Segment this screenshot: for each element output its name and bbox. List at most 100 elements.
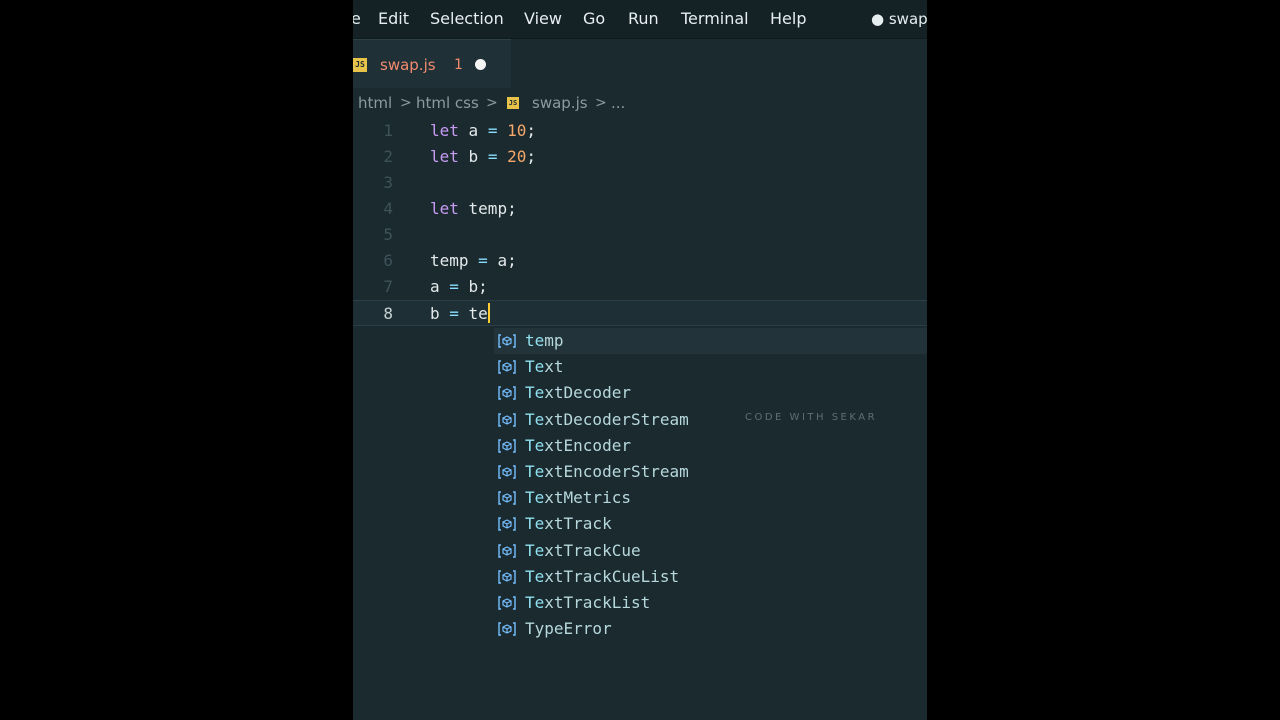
suggestion-item[interactable]: TextDecoder <box>494 380 927 406</box>
suggestion-match: Te <box>525 593 545 612</box>
variable-icon <box>498 596 516 610</box>
suggestion-label: TextTrackCueList <box>525 566 680 586</box>
menu-run[interactable]: Run <box>628 9 659 29</box>
code-token: let <box>430 199 459 218</box>
code-token: b <box>430 304 450 323</box>
modified-dot-icon[interactable] <box>475 59 486 70</box>
suggestion-item[interactable]: TypeError <box>494 616 927 642</box>
code-token: temp; <box>458 199 517 218</box>
chevron-right-icon: > <box>595 95 607 111</box>
suggestion-label: TextDecoderStream <box>525 409 689 429</box>
line-number: 7 <box>383 277 393 296</box>
code-line[interactable]: 8 b = te <box>353 300 927 326</box>
suggestion-match: te <box>525 331 545 350</box>
menu-selection[interactable]: Selection <box>430 9 504 29</box>
code-line[interactable]: 3 <box>353 170 927 196</box>
suggestion-item[interactable]: TextTrackList <box>494 590 927 616</box>
menu-go[interactable]: Go <box>583 9 605 29</box>
code-token: = <box>449 304 459 323</box>
code-token: = <box>487 121 498 140</box>
suggestion-item[interactable]: TextEncoder <box>494 433 927 459</box>
suggestion-match: Te <box>525 566 545 586</box>
suggestion-item[interactable]: TextEncoderStream <box>494 459 927 485</box>
code-token: = <box>449 277 459 296</box>
chevron-right-icon: > <box>400 95 412 111</box>
code-text: b = te <box>430 301 490 327</box>
code-token: a <box>430 277 450 296</box>
suggestion-label: temp <box>525 331 564 350</box>
code-text: let a = 10; <box>430 118 536 144</box>
menu-edit[interactable]: Edit <box>378 9 409 29</box>
code-token: b <box>458 147 488 166</box>
suggestion-item[interactable]: TextMetrics <box>494 485 927 511</box>
js-file-icon: JS <box>507 97 519 109</box>
suggestion-match: Te <box>525 488 545 508</box>
code-text: let b = 20; <box>430 144 536 170</box>
suggestion-match: Te <box>525 409 545 429</box>
code-text: let temp; <box>430 196 517 222</box>
suggestion-label: TextTrackList <box>525 593 651 612</box>
menu-help[interactable]: Help <box>770 9 806 29</box>
variable-icon <box>498 439 516 453</box>
problems-count: 1 <box>454 57 463 73</box>
suggestion-match: Te <box>525 540 545 560</box>
breadcrumb-symbols[interactable]: ... <box>611 90 625 116</box>
tab-label: swap.js <box>380 56 436 74</box>
code-token: let <box>430 147 459 166</box>
code-token: let <box>430 121 459 140</box>
watermark: CODE WITH SEKAR <box>745 412 878 423</box>
variable-icon <box>498 517 516 532</box>
breadcrumb-swap-js[interactable]: swap.js <box>532 90 588 116</box>
suggestion-label: TypeError <box>525 619 612 639</box>
menu-bar: e Edit Selection View Go Run Terminal He… <box>353 0 927 39</box>
variable-icon <box>498 491 516 505</box>
breadcrumb: html > html css > JS swap.js > ... <box>353 90 927 116</box>
variable-icon <box>498 334 516 348</box>
variable-icon <box>498 570 516 584</box>
code-line[interactable]: 7 a = b; <box>353 274 927 300</box>
tab-swap-js[interactable]: JS swap.js 1 <box>353 39 511 88</box>
code-token: b; <box>458 277 488 296</box>
line-number: 1 <box>383 121 393 140</box>
line-number: 8 <box>383 304 393 323</box>
breadcrumb-html-css[interactable]: html css <box>416 90 479 116</box>
menu-view[interactable]: View <box>524 9 562 29</box>
suggestion-item[interactable]: TextTrack <box>494 511 927 537</box>
variable-icon <box>498 622 516 636</box>
line-number: 6 <box>383 251 393 270</box>
suggestion-label: TextMetrics <box>525 488 631 508</box>
suggestion-item[interactable]: TextTrackCueList <box>494 564 927 590</box>
suggestion-label: TextEncoderStream <box>525 462 689 481</box>
suggestion-item[interactable]: Text <box>494 354 927 380</box>
code-token: 20 <box>507 147 527 166</box>
vscode-window: e Edit Selection View Go Run Terminal He… <box>353 0 927 720</box>
code-line[interactable]: 6 temp = a; <box>353 248 927 274</box>
text-cursor <box>487 303 490 323</box>
code-token: a; <box>487 251 517 270</box>
suggestion-match: Te <box>525 357 545 377</box>
suggestion-label: TextEncoder <box>525 435 631 455</box>
variable-icon <box>498 412 516 427</box>
menu-terminal[interactable]: Terminal <box>681 9 749 29</box>
suggestion-label: Text <box>525 357 564 377</box>
code-line[interactable]: 4 let temp; <box>353 196 927 222</box>
code-token: = <box>487 147 498 166</box>
suggestion-match: Te <box>525 435 545 455</box>
code-text: a = b; <box>430 274 488 300</box>
variable-icon <box>498 465 516 479</box>
menu-file[interactable]: e <box>353 9 361 29</box>
breadcrumb-html[interactable]: html <box>358 90 392 116</box>
code-token: a <box>458 121 488 140</box>
code-line[interactable]: 5 <box>353 222 927 248</box>
code-text: temp = a; <box>430 248 517 274</box>
code-token: te <box>458 304 488 323</box>
line-number: 5 <box>383 225 393 244</box>
code-token: temp <box>430 251 479 270</box>
code-line[interactable]: 1 let a = 10; <box>353 118 927 144</box>
suggestion-item[interactable]: TextTrackCue <box>494 538 927 564</box>
code-line[interactable]: 2 let b = 20; <box>353 144 927 170</box>
suggestion-item[interactable]: temp <box>494 328 927 354</box>
code-token: = <box>478 251 488 270</box>
